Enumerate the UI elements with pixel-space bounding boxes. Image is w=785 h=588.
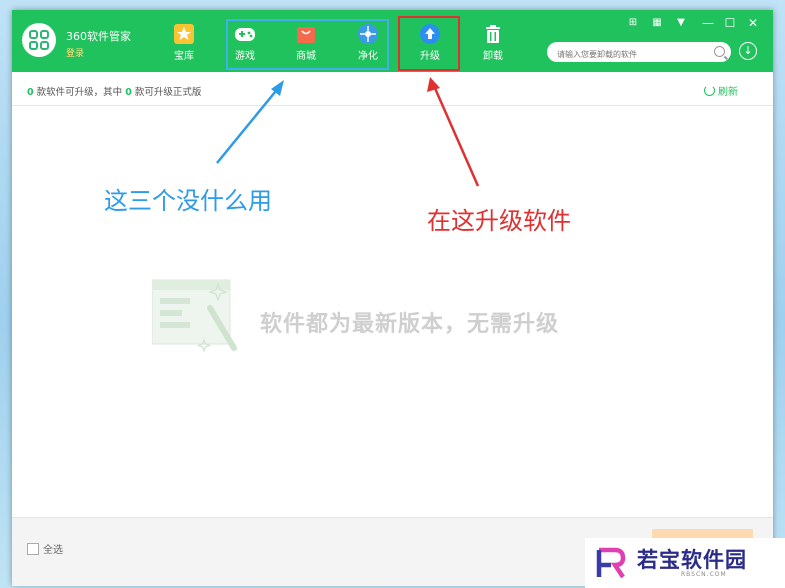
annotation-arrows [216,77,480,187]
select-all-checkbox[interactable] [27,543,39,555]
watermark-text: 若宝软件园 [637,548,747,572]
app-window: 360软件管家 登录 宝库 游戏 商城 净化 升级 卸载 ⊞ ▦ ▼ — ☐ ✕… [12,10,773,586]
select-all-label: 全选 [43,545,63,556]
empty-state-illustration [152,279,237,353]
empty-state-message: 软件都为最新版本，无需升级 [260,312,560,337]
annotation-text-blue: 这三个没什么用 [104,187,272,215]
annotation-text-red: 在这升级软件 [427,207,571,235]
watermark: 若宝软件园 RBSCN.COM [585,538,785,588]
red-arrow-head [427,77,440,92]
blue-arrow [216,85,281,164]
watermark-sub: RBSCN.COM [681,571,727,578]
red-arrow [432,85,480,187]
watermark-logo-icon [596,547,626,579]
